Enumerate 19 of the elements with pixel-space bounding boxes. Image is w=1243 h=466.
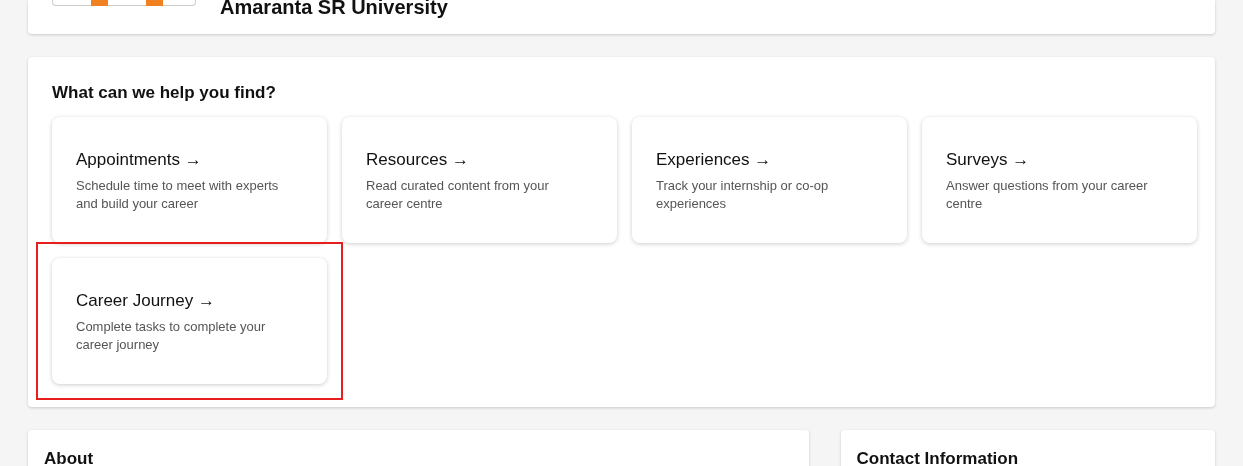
link-card[interactable]: Surveys → Answer questions from your career centre (922, 117, 1197, 243)
card-title: Resources → (366, 149, 470, 171)
card-description: Schedule time to meet with experts and build your career (76, 177, 280, 213)
university-name: Amaranta SR University (220, 0, 448, 18)
panel-heading: Contact Information (856, 448, 1020, 466)
panel-heading: About (44, 448, 95, 466)
section-heading: What can we help you find? (52, 83, 277, 103)
card-description: Track your internship or co-op experiences (656, 177, 830, 213)
card-title: Surveys → (946, 149, 1031, 171)
link-card[interactable]: Career Journey → Complete tasks to complete your career journey (52, 258, 327, 384)
card-description: Answer questions from your career centre (946, 177, 1149, 213)
card-title: Career Journey → (76, 290, 216, 312)
card-title: Appointments → (76, 149, 203, 171)
link-card[interactable]: Resources → Read curated content from your career centre (342, 117, 617, 243)
card-title: Experiences → (656, 149, 773, 171)
card-description: Complete tasks to complete your career journey (76, 318, 267, 354)
link-card[interactable]: Experiences → Track your internship or co-op experiences (632, 117, 907, 243)
card-description: Read curated content from your career centre (366, 177, 550, 213)
link-card[interactable]: Appointments → Schedule time to meet with experts and build your career (52, 117, 327, 243)
